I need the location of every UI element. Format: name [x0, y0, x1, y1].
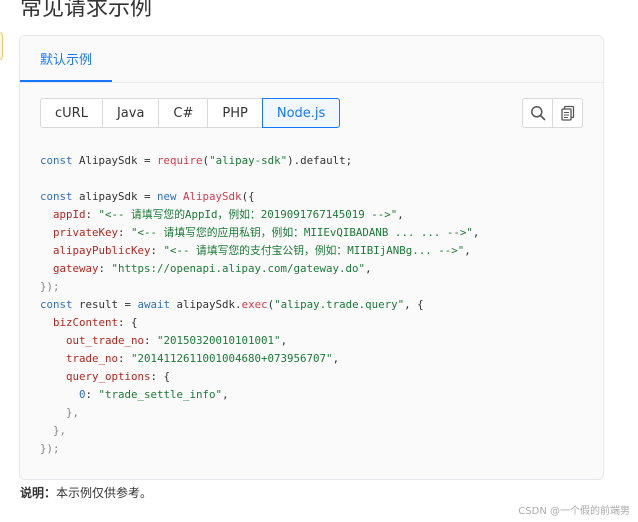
code-tools	[522, 98, 583, 128]
code-line: });	[40, 280, 60, 293]
code-line: 0: "trade_settle_info",	[79, 388, 229, 401]
code-line: const alipaySdk = new AlipaySdk({	[40, 190, 255, 203]
feedback-tab[interactable]	[0, 32, 3, 60]
note: 说明：本示例仅供参考。	[20, 484, 152, 501]
search-button[interactable]	[522, 98, 553, 128]
lang-button-csharp[interactable]: C#	[158, 98, 209, 128]
card-tab-bar: 默认示例	[20, 36, 603, 83]
copy-button[interactable]	[552, 98, 583, 128]
code-line: gateway: "https://openapi.alipay.com/gat…	[53, 262, 372, 275]
copy-icon	[560, 105, 574, 121]
code-line: out_trade_no: "20150320010101001",	[66, 334, 288, 347]
code-line: alipayPublicKey: "<-- 请填写您的支付宝公钥，例如：MIIB…	[53, 244, 471, 257]
tab-default-example[interactable]: 默认示例	[20, 36, 112, 82]
code-line: appId: "<-- 请填写您的AppId，例如：20190917671450…	[53, 208, 404, 221]
code-line: trade_no: "2014112611001004680+073956707…	[66, 352, 340, 365]
code-line: });	[40, 442, 60, 455]
code-line: query_options: {	[66, 370, 171, 383]
lang-button-curl[interactable]: cURL	[40, 98, 103, 128]
language-switcher: cURL Java C# PHP Node.js	[40, 98, 341, 128]
note-label: 说明：	[20, 486, 57, 500]
page-title: 常见请求示例	[20, 0, 153, 21]
code-line: },	[66, 406, 80, 419]
lang-button-java[interactable]: Java	[101, 98, 160, 128]
code-line: privateKey: "<-- 请填写您的应用私钥，例如：MIIEvQIBAD…	[53, 226, 480, 239]
code-block: const AlipaySdk = require("alipay-sdk").…	[40, 152, 479, 458]
code-line: const AlipaySdk = require("alipay-sdk").…	[40, 154, 353, 167]
note-text: 本示例仅供参考。	[56, 486, 153, 500]
code-line: const result = await alipaySdk.exec("ali…	[40, 298, 424, 311]
watermark: CSDN @一个假的前端男	[518, 506, 630, 517]
lang-button-nodejs[interactable]: Node.js	[261, 98, 341, 128]
lang-button-php[interactable]: PHP	[207, 98, 263, 128]
code-line: },	[53, 424, 67, 437]
search-icon	[530, 106, 545, 121]
code-line: bizContent: {	[53, 316, 138, 329]
example-card: 默认示例 cURL Java C# PHP Node.js const Alip…	[19, 35, 604, 480]
